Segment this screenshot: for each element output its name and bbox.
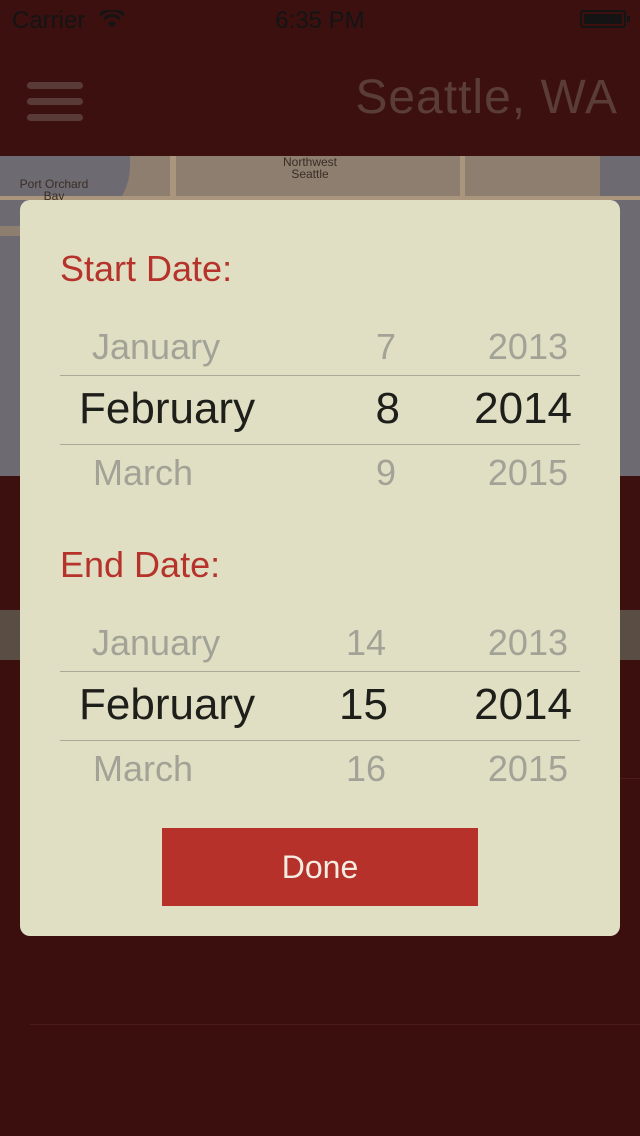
start-year-selected[interactable]: 2014 [442,384,572,434]
start-day-prev[interactable]: 7 [286,326,396,368]
end-day-next[interactable]: 16 [276,748,386,790]
done-button[interactable]: Done [162,828,478,906]
start-day-selected[interactable]: 8 [290,384,400,434]
date-range-modal: Start Date: January February March 7 8 9… [20,200,620,936]
end-date-picker[interactable]: January February March 14 15 16 2013 201… [60,608,580,798]
map-label: Northwest Seattle [282,156,338,181]
picker-selection-line [60,444,580,445]
end-date-label: End Date: [60,544,221,585]
hamburger-menu-icon[interactable] [27,82,83,122]
picker-selection-line [60,375,580,376]
end-day-selected[interactable]: 15 [278,680,388,730]
start-month-selected[interactable]: February [79,384,319,434]
start-date-picker[interactable]: January February March 7 8 9 2013 2014 2… [60,312,580,502]
end-year-selected[interactable]: 2014 [442,680,572,730]
navigation-bar: Seattle, WA [0,40,640,156]
picker-selection-line [60,740,580,741]
clock-time: 6:35 PM [275,7,365,34]
battery-icon [580,10,630,28]
end-year-prev[interactable]: 2013 [438,622,568,664]
start-year-prev[interactable]: 2013 [438,326,568,368]
divider [30,1024,640,1025]
start-day-next[interactable]: 9 [286,452,396,494]
picker-selection-line [60,671,580,672]
end-day-prev[interactable]: 14 [276,622,386,664]
map-label: Port Orchard Bay [19,177,89,203]
start-year-next[interactable]: 2015 [438,452,568,494]
status-bar: Carrier 6:35 PM [0,0,640,40]
page-title: Seattle, WA [355,71,618,124]
end-year-next[interactable]: 2015 [438,748,568,790]
start-date-label: Start Date: [60,248,233,289]
